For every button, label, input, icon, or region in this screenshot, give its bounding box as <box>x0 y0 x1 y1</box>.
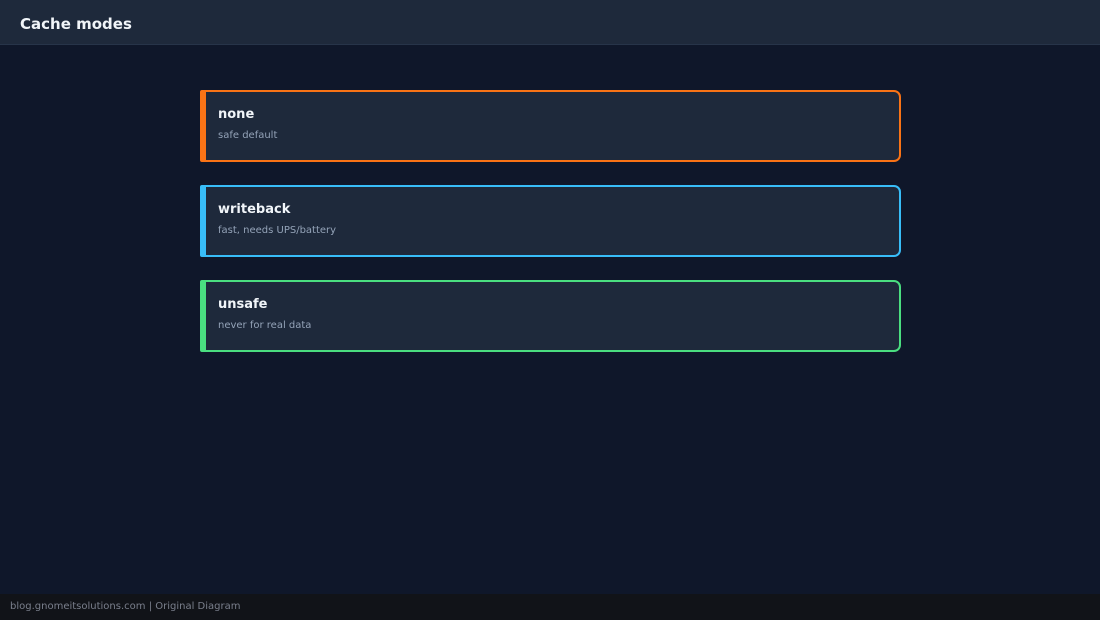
mode-description: never for real data <box>218 320 312 331</box>
mode-description: safe default <box>218 130 278 141</box>
mode-card-writeback: writeback fast, needs UPS/battery <box>200 185 901 257</box>
mode-name: writeback <box>218 202 291 217</box>
mode-name: none <box>218 107 255 122</box>
footer-credit: blog.gnomeitsolutions.com | Original Dia… <box>10 601 241 612</box>
mode-card-none: none safe default <box>200 90 901 162</box>
mode-name: unsafe <box>218 297 268 312</box>
footer-bar: blog.gnomeitsolutions.com | Original Dia… <box>0 594 1100 620</box>
page-title: Cache modes <box>20 15 132 33</box>
header-bar: Cache modes <box>0 0 1100 45</box>
mode-card-unsafe: unsafe never for real data <box>200 280 901 352</box>
mode-description: fast, needs UPS/battery <box>218 225 337 236</box>
cache-mode-list: none safe default writeback fast, needs … <box>200 90 901 375</box>
